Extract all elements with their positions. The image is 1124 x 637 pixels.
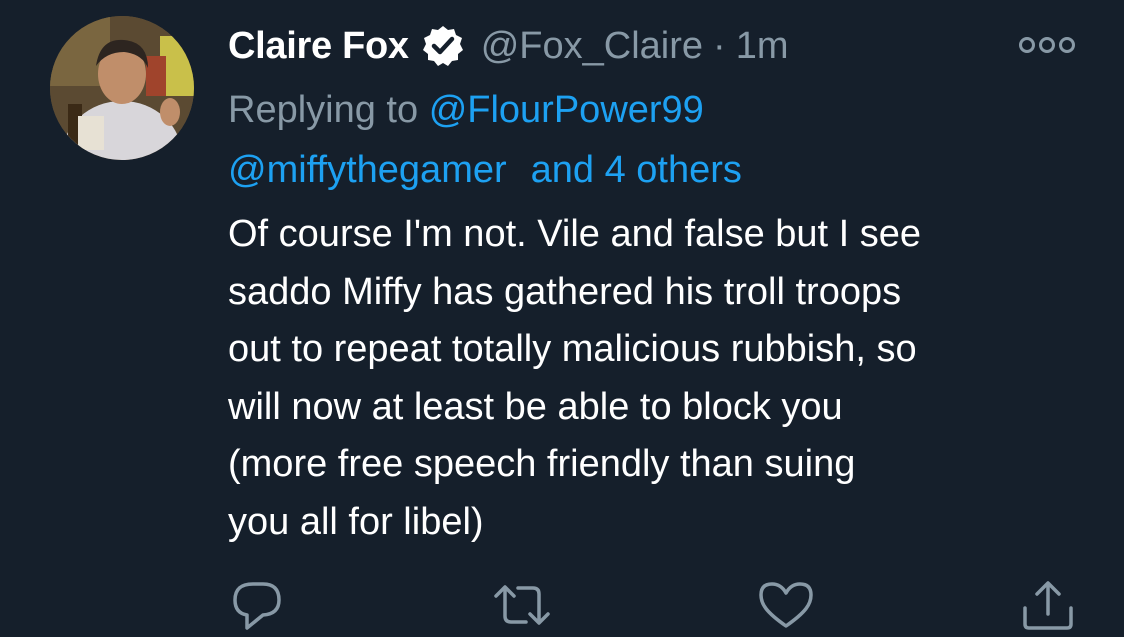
mention-link[interactable]: @miffythegamer: [228, 149, 507, 191]
timestamp[interactable]: 1m: [736, 25, 789, 68]
retweet-icon[interactable]: [492, 578, 552, 632]
tweet-text-line: saddo Miffy has gathered his troll troop…: [228, 270, 902, 313]
tweet-text-line: Of course I'm not. Vile and false but I …: [228, 213, 922, 255]
reply-icon[interactable]: [229, 578, 289, 632]
tweet-actions: [0, 578, 1124, 632]
tweet-text-line: you all for libel): [228, 500, 484, 543]
mention-link[interactable]: @FlourPower99: [429, 89, 704, 131]
like-icon[interactable]: [756, 578, 816, 632]
separator-dot: ·: [713, 24, 726, 67]
tweet-text-line: will now at least be able to block you: [228, 385, 843, 428]
reply-mentions: @miffythegamer and 4 others: [228, 142, 742, 198]
user-handle[interactable]: @Fox_Claire: [481, 25, 703, 68]
avatar[interactable]: [50, 16, 194, 160]
more-options-icon[interactable]: [1018, 34, 1076, 56]
tweet-text: Of course I'm not. Vile and false but I …: [228, 206, 1108, 551]
verified-badge-icon: [421, 24, 465, 68]
display-name[interactable]: Claire Fox: [228, 25, 409, 68]
tweet-text-line: (more free speech friendly than suing: [228, 443, 856, 485]
replying-to-label: Replying to: [228, 89, 419, 131]
tweet: Claire Fox @Fox_Claire · 1m Replying to …: [0, 0, 1124, 632]
share-icon[interactable]: [1018, 578, 1078, 632]
tweet-header: Claire Fox @Fox_Claire · 1m: [228, 20, 789, 72]
others-link[interactable]: and 4 others: [531, 149, 742, 191]
tweet-text-line: out to repeat totally malicious rubbish,…: [228, 328, 917, 370]
reply-context: Replying to @FlourPower99: [228, 82, 704, 138]
